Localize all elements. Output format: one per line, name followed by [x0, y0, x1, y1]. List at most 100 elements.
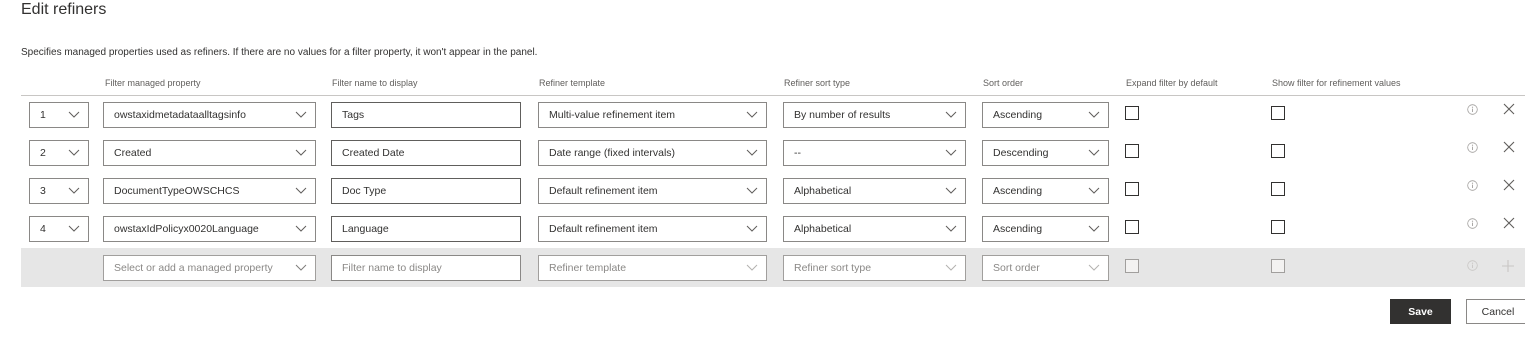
- save-button[interactable]: Save: [1390, 299, 1451, 324]
- sort-type-dropdown[interactable]: --: [783, 140, 966, 166]
- column-header-sort-type: Refiner sort type: [784, 78, 851, 88]
- chevron-down-icon: [295, 225, 307, 232]
- info-icon[interactable]: [1467, 142, 1478, 153]
- order-value: 3: [40, 185, 46, 197]
- cancel-button[interactable]: Cancel: [1466, 299, 1525, 324]
- template-value: Default refinement item: [549, 185, 658, 197]
- new-property-placeholder: Select or add a managed property: [114, 262, 273, 274]
- close-icon[interactable]: [1503, 103, 1515, 115]
- sort-order-value: Descending: [993, 147, 1049, 159]
- chevron-down-icon: [68, 149, 80, 156]
- plus-icon[interactable]: [1502, 260, 1514, 272]
- refiner-row: 3 DocumentTypeOWSCHCS Default refinement…: [21, 172, 1525, 210]
- chevron-down-icon: [945, 264, 957, 271]
- filter-name-input[interactable]: [331, 140, 521, 166]
- column-header-property: Filter managed property: [105, 78, 201, 88]
- chevron-down-icon: [1088, 149, 1100, 156]
- property-dropdown[interactable]: Created: [103, 140, 316, 166]
- chevron-down-icon: [1088, 187, 1100, 194]
- chevron-down-icon: [746, 264, 758, 271]
- property-value: DocumentTypeOWSCHCS: [114, 185, 240, 197]
- expand-filter-checkbox[interactable]: [1125, 220, 1139, 234]
- close-icon[interactable]: [1503, 217, 1515, 229]
- sort-order-value: Ascending: [993, 223, 1043, 235]
- template-value: Multi-value refinement item: [549, 109, 676, 121]
- new-sort-order-placeholder: Sort order: [993, 262, 1040, 274]
- show-filter-checkbox[interactable]: [1271, 220, 1285, 234]
- expand-filter-checkbox[interactable]: [1125, 144, 1139, 158]
- filter-name-input[interactable]: [331, 216, 521, 242]
- property-dropdown[interactable]: DocumentTypeOWSCHCS: [103, 178, 316, 204]
- refiner-row: 4 owstaxIdPolicyx0020Language Default re…: [21, 210, 1525, 248]
- sort-type-value: By number of results: [794, 109, 891, 121]
- new-expand-filter-checkbox[interactable]: [1125, 259, 1139, 273]
- chevron-down-icon: [945, 187, 957, 194]
- property-value: owstaxIdPolicyx0020Language: [114, 223, 259, 235]
- info-icon[interactable]: [1467, 104, 1478, 115]
- new-sort-type-placeholder: Refiner sort type: [794, 262, 872, 274]
- order-dropdown[interactable]: 3: [29, 178, 89, 204]
- sort-type-dropdown[interactable]: By number of results: [783, 102, 966, 128]
- page-description: Specifies managed properties used as ref…: [21, 47, 538, 58]
- order-value: 4: [40, 223, 46, 235]
- close-icon[interactable]: [1503, 141, 1515, 153]
- chevron-down-icon: [1088, 225, 1100, 232]
- sort-type-value: --: [794, 147, 801, 159]
- sort-type-dropdown[interactable]: Alphabetical: [783, 216, 966, 242]
- chevron-down-icon: [945, 111, 957, 118]
- new-template-dropdown[interactable]: Refiner template: [538, 255, 767, 281]
- chevron-down-icon: [1088, 111, 1100, 118]
- column-header-template: Refiner template: [539, 78, 606, 88]
- template-dropdown[interactable]: Default refinement item: [538, 178, 767, 204]
- property-dropdown[interactable]: owstaxidmetadataalltagsinfo: [103, 102, 316, 128]
- column-header-sort-order: Sort order: [983, 78, 1024, 88]
- sort-type-value: Alphabetical: [794, 185, 852, 197]
- chevron-down-icon: [945, 225, 957, 232]
- sort-order-dropdown[interactable]: Ascending: [982, 102, 1109, 128]
- sort-order-dropdown[interactable]: Ascending: [982, 216, 1109, 242]
- template-dropdown[interactable]: Multi-value refinement item: [538, 102, 767, 128]
- new-sort-order-dropdown[interactable]: Sort order: [982, 255, 1109, 281]
- chevron-down-icon: [746, 187, 758, 194]
- order-dropdown[interactable]: 1: [29, 102, 89, 128]
- column-header-show-filter: Show filter for refinement values: [1272, 78, 1401, 88]
- expand-filter-checkbox[interactable]: [1125, 182, 1139, 196]
- new-template-placeholder: Refiner template: [549, 262, 627, 274]
- add-refiner-row: Select or add a managed property Refiner…: [21, 248, 1525, 287]
- template-value: Default refinement item: [549, 223, 658, 235]
- show-filter-checkbox[interactable]: [1271, 106, 1285, 120]
- new-property-dropdown[interactable]: Select or add a managed property: [103, 255, 316, 281]
- expand-filter-checkbox[interactable]: [1125, 106, 1139, 120]
- chevron-down-icon: [1088, 264, 1100, 271]
- sort-type-dropdown[interactable]: Alphabetical: [783, 178, 966, 204]
- filter-name-input[interactable]: [331, 178, 521, 204]
- sort-order-dropdown[interactable]: Descending: [982, 140, 1109, 166]
- chevron-down-icon: [295, 187, 307, 194]
- new-show-filter-checkbox[interactable]: [1271, 259, 1285, 273]
- sort-order-value: Ascending: [993, 185, 1043, 197]
- property-dropdown[interactable]: owstaxIdPolicyx0020Language: [103, 216, 316, 242]
- template-dropdown[interactable]: Date range (fixed intervals): [538, 140, 767, 166]
- show-filter-checkbox[interactable]: [1271, 144, 1285, 158]
- filter-name-input[interactable]: [331, 102, 521, 128]
- sort-order-dropdown[interactable]: Ascending: [982, 178, 1109, 204]
- close-icon[interactable]: [1503, 179, 1515, 191]
- column-header-expand: Expand filter by default: [1126, 78, 1218, 88]
- info-icon[interactable]: [1467, 180, 1478, 191]
- info-icon[interactable]: [1467, 260, 1478, 271]
- new-filter-name-input[interactable]: [331, 255, 521, 281]
- show-filter-checkbox[interactable]: [1271, 182, 1285, 196]
- template-value: Date range (fixed intervals): [549, 147, 676, 159]
- order-dropdown[interactable]: 4: [29, 216, 89, 242]
- order-dropdown[interactable]: 2: [29, 140, 89, 166]
- refiner-row: 2 Created Date range (fixed intervals) -…: [21, 134, 1525, 172]
- info-icon[interactable]: [1467, 218, 1478, 229]
- sort-order-value: Ascending: [993, 109, 1043, 121]
- page-title: Edit refiners: [21, 1, 107, 18]
- template-dropdown[interactable]: Default refinement item: [538, 216, 767, 242]
- new-sort-type-dropdown[interactable]: Refiner sort type: [783, 255, 966, 281]
- column-header-name: Filter name to display: [332, 78, 418, 88]
- property-value: owstaxidmetadataalltagsinfo: [114, 109, 246, 121]
- order-value: 2: [40, 147, 46, 159]
- sort-type-value: Alphabetical: [794, 223, 852, 235]
